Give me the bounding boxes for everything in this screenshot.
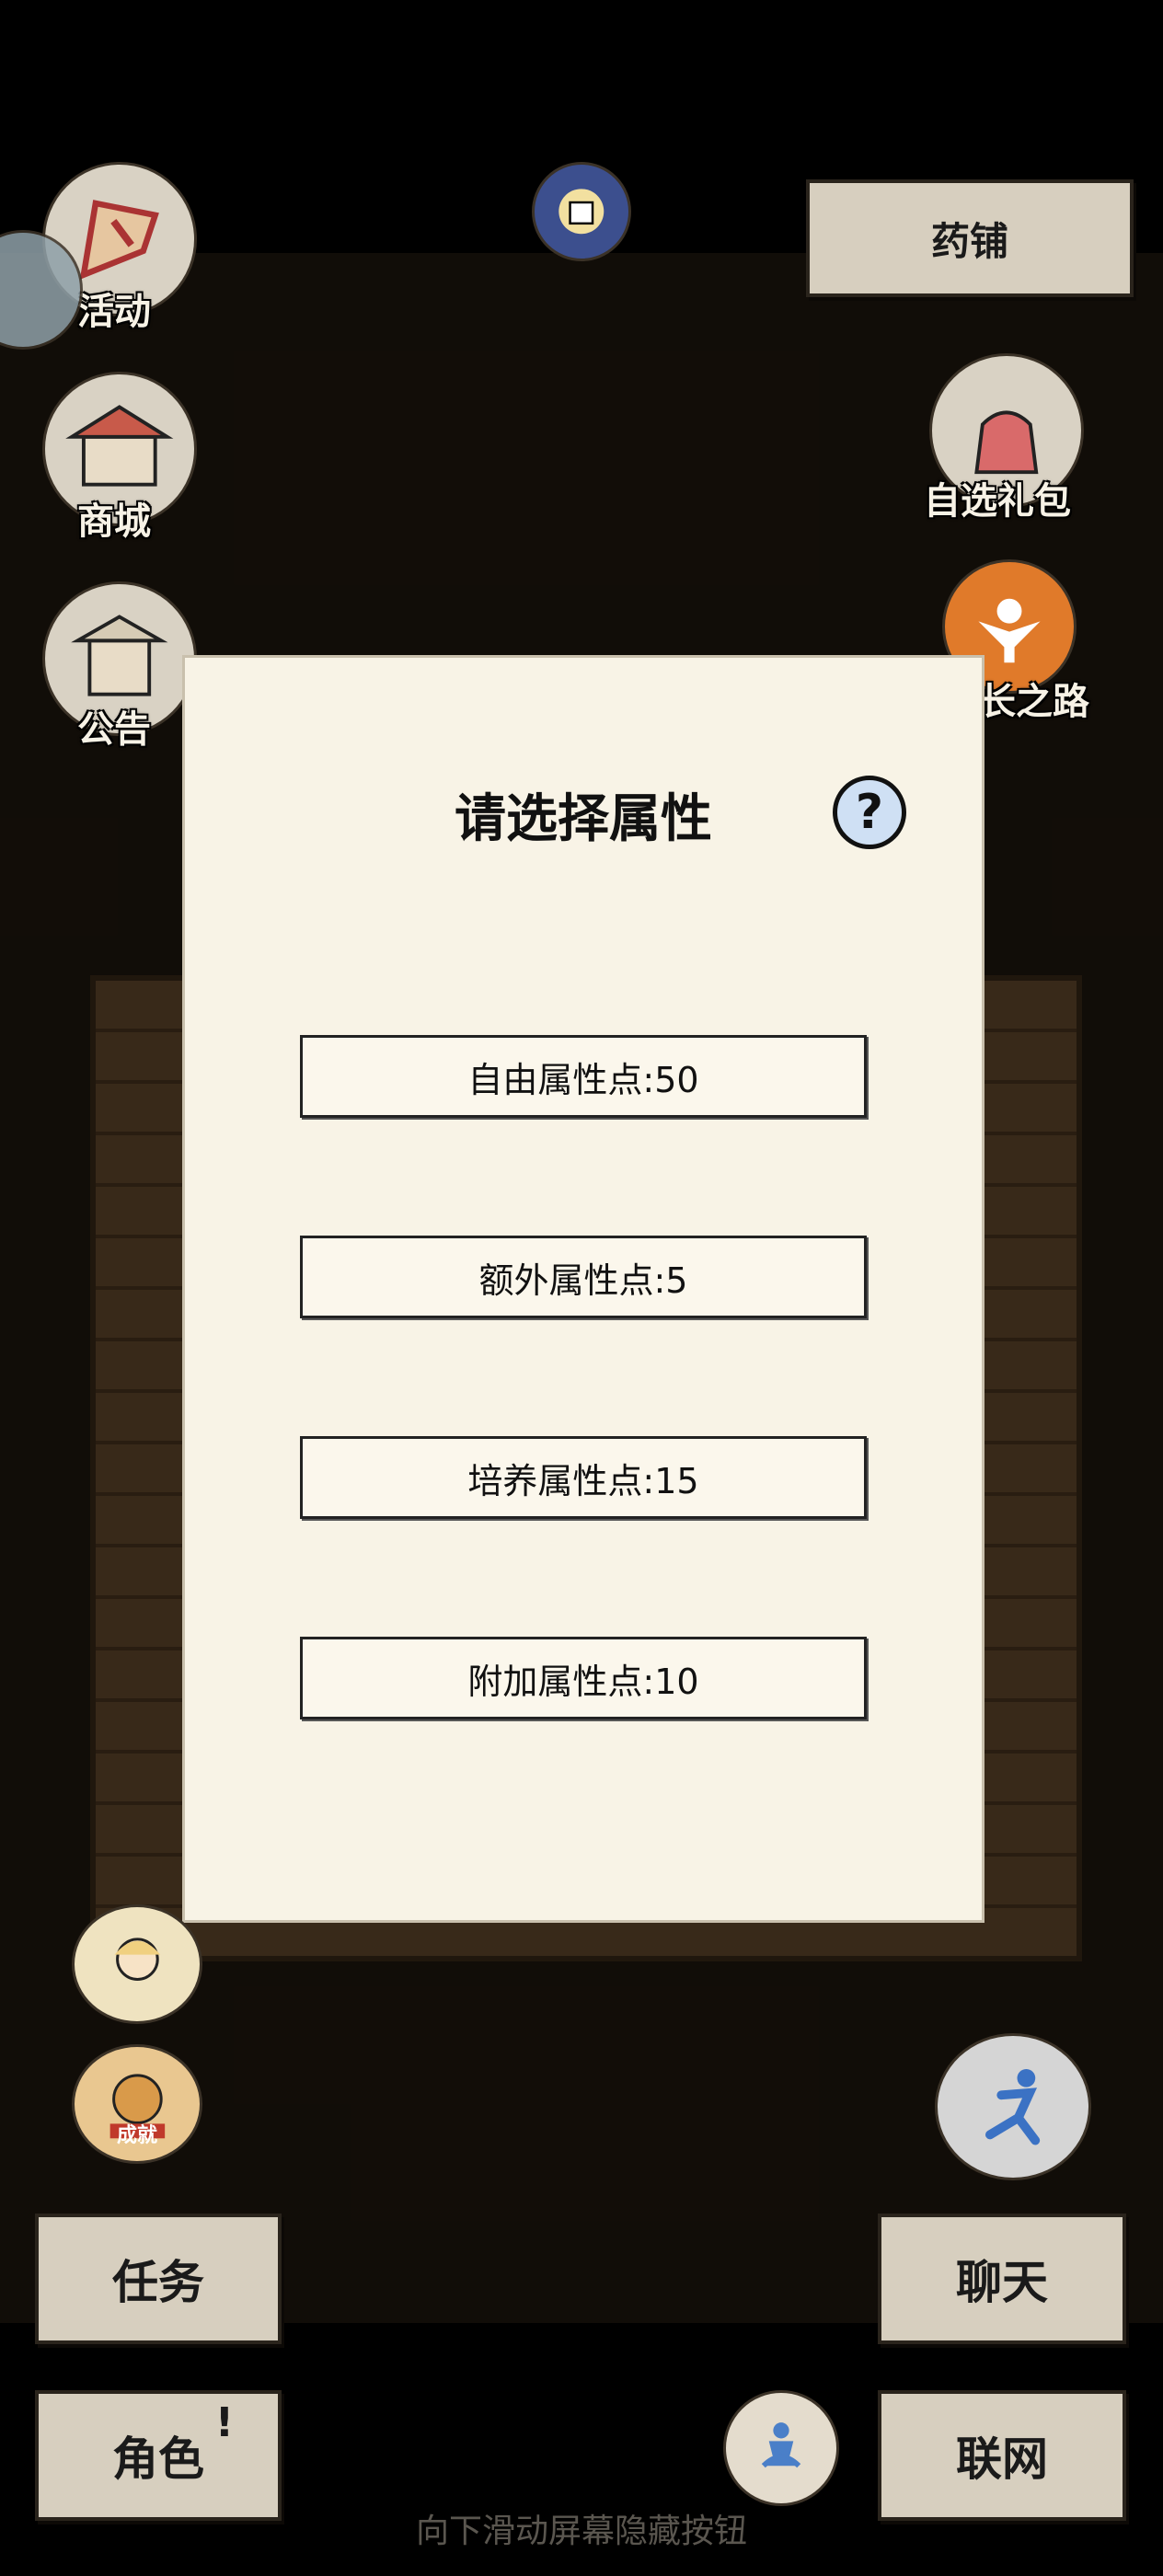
- role-button[interactable]: 角色 !: [35, 2390, 282, 2521]
- extra-attribute-points[interactable]: 额外属性点:5: [300, 1236, 867, 1318]
- meditation-icon: [761, 2422, 801, 2468]
- network-label: 联网: [956, 2432, 1048, 2486]
- attribute-select-dialog: 请选择属性 ? 自由属性点:50 额外属性点:5 培养属性点:15 附加属性点:…: [182, 655, 985, 1923]
- night-character-icon[interactable]: [532, 162, 631, 261]
- help-icon[interactable]: ?: [833, 776, 906, 849]
- achievement-button[interactable]: 成就: [72, 2044, 202, 2164]
- notice-label: 公告: [77, 708, 151, 751]
- meditate-button[interactable]: [723, 2390, 839, 2506]
- gift-pack-label: 自选礼包: [924, 480, 1071, 523]
- task-label: 任务: [112, 2256, 204, 2309]
- role-label: 角色: [112, 2432, 204, 2486]
- bonus-attribute-points[interactable]: 附加属性点:10: [300, 1637, 867, 1719]
- pharmacy-label: 药铺: [930, 218, 1008, 264]
- growth-path-label: 长之路: [979, 681, 1089, 723]
- activity-label: 活动: [77, 291, 151, 333]
- network-button[interactable]: 联网: [878, 2390, 1126, 2521]
- gesture-hint: 向下滑动屏幕隐藏按钮: [415, 2513, 747, 2550]
- chat-button[interactable]: 聊天: [878, 2214, 1126, 2344]
- run-button[interactable]: [935, 2033, 1091, 2180]
- training-attribute-points[interactable]: 培养属性点:15: [300, 1436, 867, 1519]
- chat-label: 聊天: [956, 2256, 1048, 2309]
- running-figure-icon: [985, 2069, 1041, 2145]
- task-button[interactable]: 任务: [35, 2214, 282, 2344]
- role-alert-mark: !: [214, 2399, 234, 2446]
- pharmacy-button[interactable]: 药铺: [806, 179, 1134, 297]
- achievement-label: 成就: [116, 2124, 157, 2147]
- free-attribute-points[interactable]: 自由属性点:50: [300, 1035, 867, 1118]
- store-label: 商城: [77, 500, 151, 543]
- character-avatar[interactable]: [72, 1904, 202, 2024]
